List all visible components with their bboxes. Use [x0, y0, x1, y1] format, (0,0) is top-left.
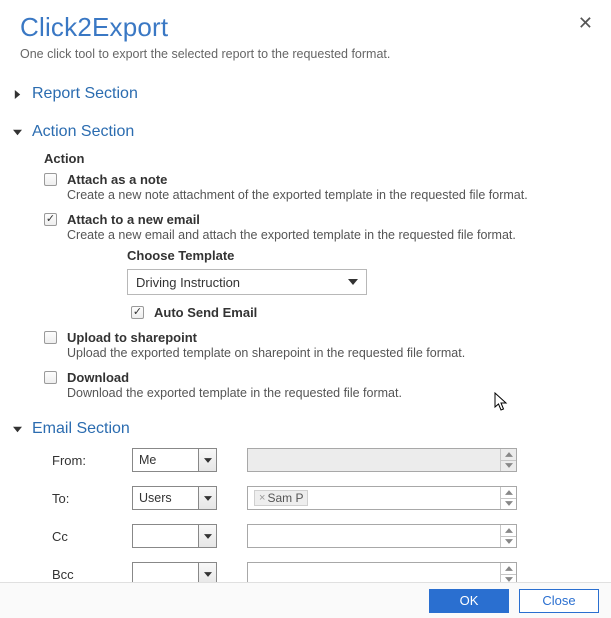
chevron-down-icon — [12, 424, 22, 434]
stepper-up-icon[interactable] — [500, 449, 516, 460]
to-source-value: Users — [139, 491, 172, 505]
option-attach-note-desc: Create a new note attachment of the expo… — [67, 188, 611, 202]
stepper-up-icon[interactable] — [500, 525, 516, 536]
chevron-down-icon — [348, 279, 358, 285]
option-attach-note: Attach as a note Create a new note attac… — [44, 172, 611, 202]
to-chip-label: Sam P — [267, 491, 303, 505]
bcc-label: Bcc — [52, 567, 132, 582]
cc-source-select[interactable] — [132, 524, 217, 548]
option-attach-note-label: Attach as a note — [67, 172, 611, 187]
dialog-subtitle: One click tool to export the selected re… — [20, 47, 591, 61]
stepper-up-icon[interactable] — [500, 487, 516, 498]
template-area: Choose Template Driving Instruction Auto… — [127, 248, 611, 320]
stepper-down-icon[interactable] — [500, 536, 516, 548]
option-download: Download Download the exported template … — [44, 370, 611, 400]
chevron-down-icon — [198, 525, 216, 547]
checkbox-attach-email[interactable] — [44, 213, 57, 226]
from-source-value: Me — [139, 453, 156, 467]
chevron-down-icon — [198, 449, 216, 471]
dialog-content: Report Section Action Section Action Att… — [0, 69, 611, 606]
option-attach-email-desc: Create a new email and attach the export… — [67, 228, 611, 242]
to-row: To: Users × Sam P — [52, 486, 611, 510]
checkbox-auto-send[interactable] — [131, 306, 144, 319]
action-section-title: Action Section — [32, 123, 134, 141]
to-chip[interactable]: × Sam P — [254, 490, 308, 506]
ok-button[interactable]: OK — [429, 589, 509, 613]
close-icon[interactable]: ✕ — [578, 14, 593, 32]
stepper-down-icon[interactable] — [500, 460, 516, 472]
email-section-title: Email Section — [32, 420, 130, 438]
action-heading: Action — [44, 151, 611, 166]
checkbox-attach-note[interactable] — [44, 173, 57, 186]
cc-row: Cc — [52, 524, 611, 548]
checkbox-upload-sharepoint[interactable] — [44, 331, 57, 344]
from-label: From: — [52, 453, 132, 468]
stepper-down-icon[interactable] — [500, 498, 516, 510]
to-value-input[interactable]: × Sam P — [247, 486, 517, 510]
option-upload-sharepoint-desc: Upload the exported template on sharepoi… — [67, 346, 611, 360]
stepper-arrows — [500, 449, 516, 471]
option-download-desc: Download the exported template in the re… — [67, 386, 611, 400]
report-section-toggle[interactable]: Report Section — [0, 81, 611, 107]
remove-chip-icon[interactable]: × — [259, 492, 265, 504]
from-row: From: Me — [52, 448, 611, 472]
option-download-label: Download — [67, 370, 611, 385]
dialog-header: Click2Export One click tool to export th… — [0, 0, 611, 69]
cc-value-input[interactable] — [247, 524, 517, 548]
to-label: To: — [52, 491, 132, 506]
auto-send-label: Auto Send Email — [154, 305, 257, 320]
cc-label: Cc — [52, 529, 132, 544]
option-upload-sharepoint: Upload to sharepoint Upload the exported… — [44, 330, 611, 360]
from-value-input[interactable] — [247, 448, 517, 472]
to-source-select[interactable]: Users — [132, 486, 217, 510]
action-section-body: Action Attach as a note Create a new not… — [0, 145, 611, 416]
choose-template-label: Choose Template — [127, 248, 611, 263]
close-button[interactable]: Close — [519, 589, 599, 613]
stepper-arrows — [500, 487, 516, 509]
template-dropdown[interactable]: Driving Instruction — [127, 269, 367, 295]
dialog-footer: OK Close — [0, 582, 611, 618]
stepper-up-icon[interactable] — [500, 563, 516, 574]
option-attach-email-label: Attach to a new email — [67, 212, 611, 227]
chevron-down-icon — [12, 127, 22, 137]
report-section-title: Report Section — [32, 85, 138, 103]
chevron-right-icon — [12, 89, 22, 99]
option-attach-email: Attach to a new email Create a new email… — [44, 212, 611, 320]
checkbox-download[interactable] — [44, 371, 57, 384]
from-source-select[interactable]: Me — [132, 448, 217, 472]
dialog-title: Click2Export — [20, 12, 591, 43]
email-section-toggle[interactable]: Email Section — [0, 416, 611, 442]
option-upload-sharepoint-label: Upload to sharepoint — [67, 330, 611, 345]
template-dropdown-value: Driving Instruction — [136, 275, 240, 290]
action-section-toggle[interactable]: Action Section — [0, 119, 611, 145]
stepper-arrows — [500, 525, 516, 547]
auto-send-row: Auto Send Email — [131, 305, 611, 320]
chevron-down-icon — [198, 487, 216, 509]
